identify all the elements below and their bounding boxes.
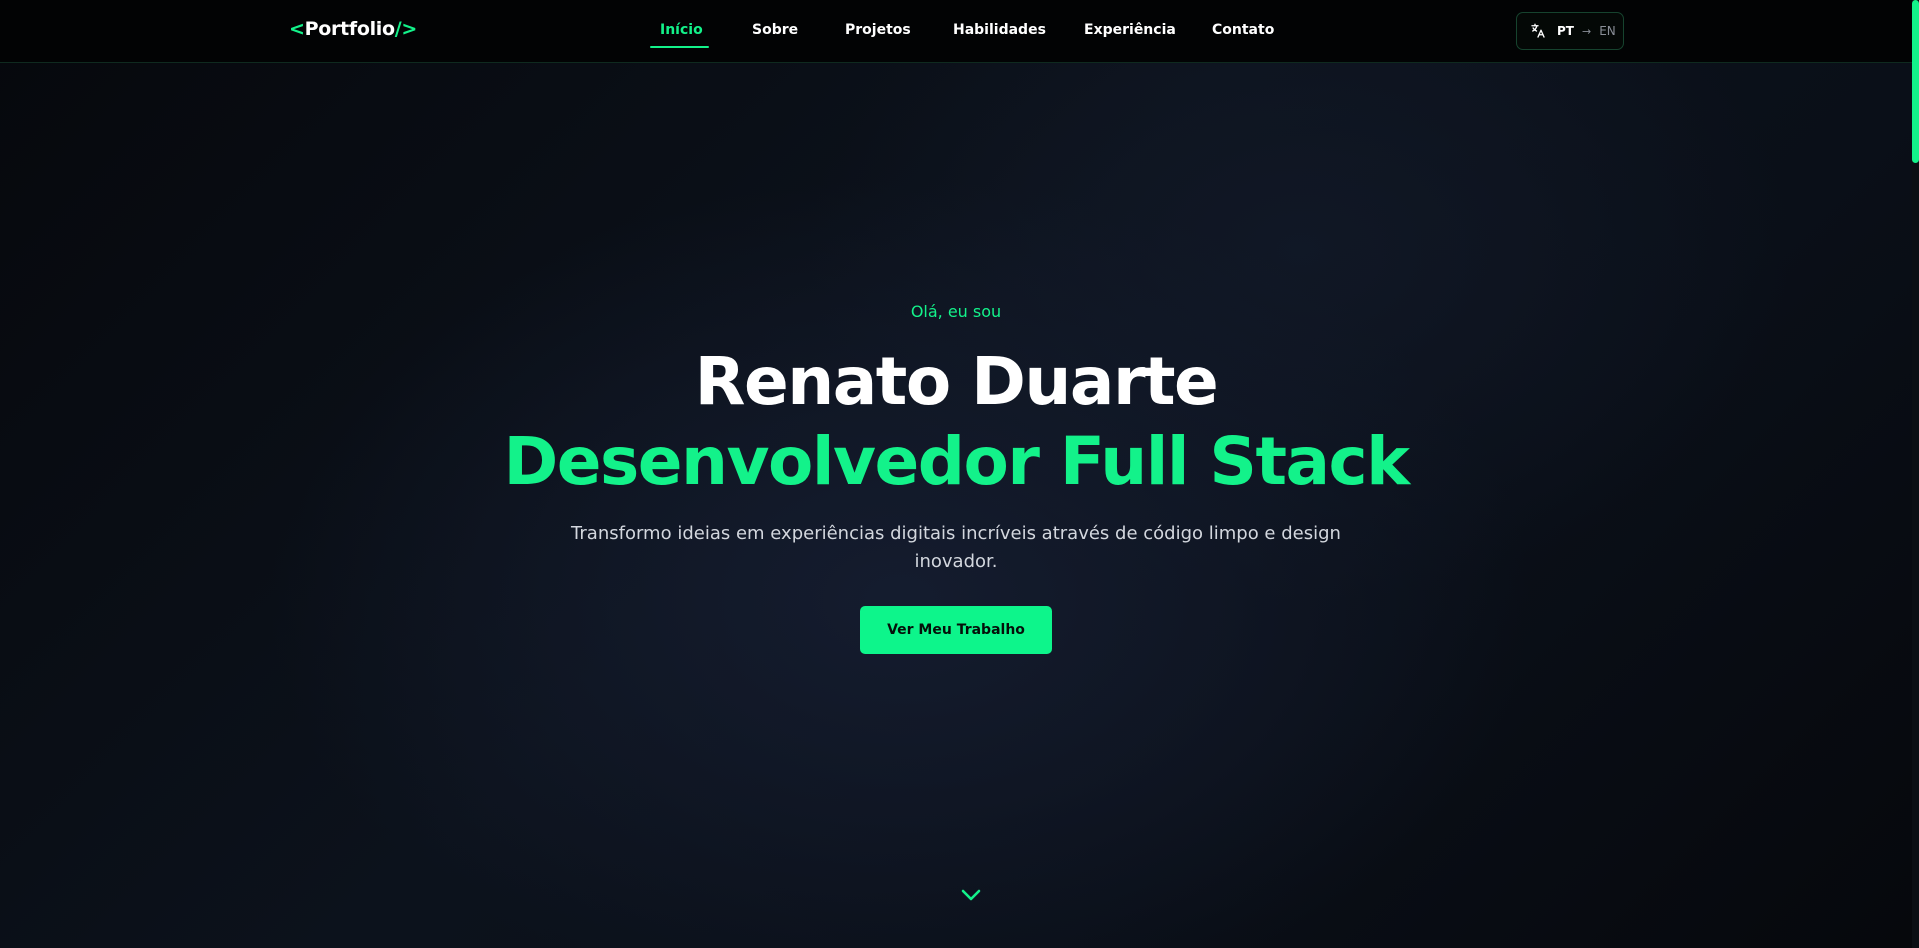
nav-item-sobre[interactable]: Sobre (752, 22, 798, 38)
language-target: EN (1599, 24, 1616, 38)
chevron-down-icon[interactable] (960, 888, 982, 902)
hero-description: Transformo ideias em experiências digita… (571, 523, 1341, 572)
nav-links: Início Sobre Projetos Habilidades Experi… (0, 0, 1912, 63)
scrollbar-thumb[interactable] (1912, 0, 1919, 163)
translate-icon (1531, 23, 1545, 38)
view-work-button[interactable]: Ver Meu Trabalho (860, 606, 1052, 654)
hero-greeting: Olá, eu sou (910, 302, 1002, 321)
hero-name: Renato Duarte (694, 343, 1219, 420)
active-nav-indicator (650, 46, 709, 48)
nav-item-inicio[interactable]: Início (660, 22, 703, 38)
hero-role: Desenvolvedor Full Stack (503, 423, 1410, 500)
nav-item-experiencia[interactable]: Experiência (1084, 22, 1176, 38)
scrollbar-track[interactable] (1912, 0, 1919, 948)
nav-item-habilidades[interactable]: Habilidades (953, 22, 1046, 38)
language-current: PT (1557, 24, 1574, 38)
language-arrow: → (1581, 24, 1592, 38)
nav-item-projetos[interactable]: Projetos (845, 22, 911, 38)
navbar: <Portfolio/> Início Sobre Projetos Habil… (0, 0, 1912, 63)
page: <Portfolio/> Início Sobre Projetos Habil… (0, 0, 1919, 948)
language-toggle-button[interactable]: PT → EN (1516, 12, 1624, 50)
nav-item-contato[interactable]: Contato (1212, 22, 1274, 38)
